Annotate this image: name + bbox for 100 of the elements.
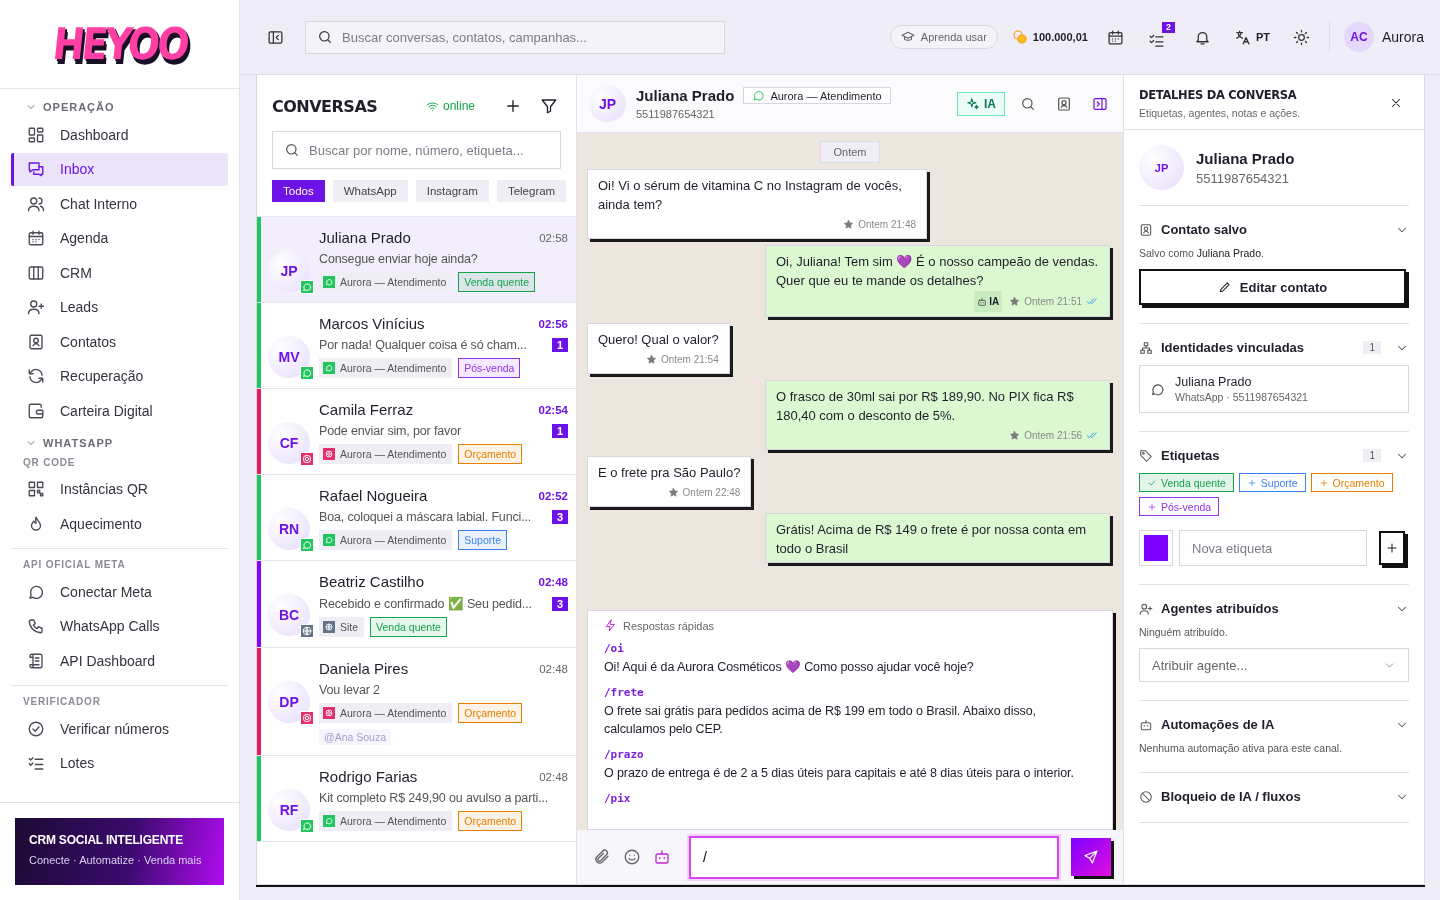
nav-item[interactable]: WhatsApp Calls	[11, 609, 228, 643]
message-preview: Boa, coloquei a máscara labial. Funci...	[319, 510, 532, 524]
conversation-item[interactable]: CF Camila Ferraz 02:54 Pode enviar sim, por favor 1 Aurora — Atendimento Orçamento	[257, 389, 576, 475]
message-preview: Kit completo R$ 249,90 ou avulso a parti...	[319, 791, 549, 805]
reply-text[interactable]: Oi! Aqui é da Aurora Cosméticos 💜 Como posso ajudar você hoje?	[604, 658, 1096, 676]
message-time: Ontem 22:48	[682, 486, 741, 500]
bot-button[interactable]	[653, 848, 671, 866]
avatar: DP	[268, 681, 310, 723]
globe-icon	[300, 624, 314, 638]
nav-item[interactable]: Inbox	[11, 152, 228, 186]
wallet-icon	[27, 401, 45, 420]
conversation-item[interactable]: BC Beatriz Castilho 02:48 Recebido e confirmado ✅ Seu pedid... 3 Site Venda quente	[257, 561, 576, 648]
ai-button[interactable]: IA	[957, 91, 1005, 116]
sparkles-icon	[966, 96, 980, 111]
nav-item[interactable]: Agenda	[11, 221, 228, 255]
add-tag-button[interactable]	[1379, 531, 1405, 565]
chat-bubble-icon	[323, 276, 335, 288]
edit-contact-button[interactable]: Editar contato	[1139, 269, 1406, 305]
nav-item[interactable]: CRM	[11, 256, 228, 289]
plus-icon	[1246, 477, 1257, 488]
section-label: VERIFICADOR	[22, 695, 102, 709]
nav-item[interactable]: Verificar números	[11, 712, 228, 745]
source-label: Aurora — Atendimento	[340, 448, 447, 460]
qr-code-icon	[27, 480, 45, 498]
reply-text[interactable]: O frete sai grátis para pedidos acima de R$ 199 em todo o Brasil. Abaixo disso, calculamos pelo CEP.	[604, 702, 1096, 738]
nav-item[interactable]: Aquecimento	[11, 507, 228, 540]
person-plus-icon	[27, 298, 45, 316]
tasks-button[interactable]: 2	[1142, 21, 1175, 53]
color-picker[interactable]	[1139, 530, 1173, 566]
shortcut[interactable]: /prazo	[604, 748, 644, 761]
count: 1	[1363, 341, 1381, 354]
conversation-item[interactable]: JP Juliana Prado 02:58 Consegue enviar hoje ainda? Aurora — Atendimento Venda quente	[257, 217, 576, 303]
plus-icon	[504, 97, 522, 115]
filter-tab[interactable]: Todos	[272, 180, 325, 202]
ai-label: IA	[989, 295, 1000, 309]
user-name: Aurora	[1381, 29, 1424, 45]
attach-button[interactable]	[593, 848, 611, 866]
section-toggle[interactable]: WHATSAPP	[11, 428, 114, 453]
message-time: 02:52	[538, 489, 568, 502]
search-icon	[1020, 95, 1036, 112]
shortcut[interactable]: /oi	[604, 642, 624, 655]
tag[interactable]: Suporte	[1238, 473, 1306, 492]
source-label: Aurora — Atendimento	[340, 534, 447, 546]
nav-item[interactable]: Carteira Digital	[11, 394, 228, 427]
learn-button[interactable]: Aprenda usar	[889, 25, 998, 49]
nav-item[interactable]: API Dashboard	[11, 644, 228, 677]
search-field[interactable]: Buscar por nome, número, etiqueta...	[272, 131, 561, 169]
conversation-item[interactable]: RN Rafael Nogueira 02:52 Boa, coloquei a máscara labial. Funci... 3 Aurora — Atendimento Suporte	[257, 475, 576, 561]
contact-name: Rafael Nogueira	[319, 487, 428, 504]
section-toggle[interactable]: OPERAÇÃO	[11, 93, 115, 117]
user-avatar[interactable]: AC	[1343, 22, 1374, 52]
nav-item[interactable]: Conectar Meta	[11, 575, 228, 608]
unread-count: 3	[552, 596, 568, 611]
avatar: BC	[268, 594, 310, 636]
nav-item[interactable]: Contatos	[11, 325, 228, 358]
star-icon	[1009, 296, 1021, 307]
message-text: Grátis! Acima de R$ 149 o frete é por nossa conta em todo o Brasil	[776, 522, 1086, 556]
nav-item[interactable]: Instâncias QR	[11, 472, 228, 506]
contact-name: Daniela Pires	[319, 660, 409, 677]
smiley-icon	[623, 848, 641, 866]
section-header[interactable]: Bloqueio de IA / fluxos	[1139, 789, 1409, 804]
section-header[interactable]: Contato salvo	[1139, 222, 1409, 237]
people-icon	[27, 194, 45, 213]
filter-tab[interactable]: Telegram	[496, 180, 567, 202]
message-input[interactable]: /	[689, 835, 1059, 879]
nav-item[interactable]: Chat Interno	[11, 187, 228, 220]
section-header[interactable]: Identidades vinculadas 1	[1139, 340, 1409, 355]
contact-card-icon	[27, 332, 45, 351]
shortcut[interactable]: /pix	[604, 792, 631, 805]
message-preview: Vou levar 2	[319, 683, 380, 697]
chat-bubble-icon	[300, 819, 314, 833]
conversation-item[interactable]: RF Rodrigo Farias 02:48 Kit completo R$ 249,90 ou avulso a parti... Aurora — Atendimento Orçamento	[257, 756, 576, 842]
language-button[interactable]: PT	[1229, 24, 1274, 50]
new-tag-input[interactable]: Nova etiqueta	[1179, 530, 1367, 566]
filter-tab[interactable]: Instagram	[415, 180, 489, 202]
nav-item[interactable]: Dashboard	[11, 118, 228, 151]
nav-item[interactable]: Lotes	[11, 746, 228, 780]
contact-name: Camila Ferraz	[319, 401, 414, 418]
reply-text[interactable]: O prazo de entrega é de 2 a 5 dias úteis para capitais e até 8 dias úteis para o interior.	[604, 764, 1096, 782]
section-title: Contato salvo	[1161, 222, 1248, 237]
send-button[interactable]	[1071, 838, 1111, 876]
shortcut[interactable]: /frete	[604, 686, 644, 699]
section-header[interactable]: Agentes atribuídos	[1139, 601, 1409, 616]
nav-item[interactable]: Leads	[11, 290, 228, 324]
conversation-item[interactable]: MV Marcos Vinícius 02:56 Por nada! Qualquer coisa é só cham... 1 Aurora — Atendimento Pós-venda	[257, 303, 576, 389]
phone-icon	[27, 617, 45, 635]
message-time: 02:48	[538, 575, 568, 588]
nav-item[interactable]: Recuperação	[11, 359, 228, 393]
channel-label: Aurora — Atendimento	[770, 89, 882, 102]
filter-tab[interactable]: WhatsApp	[332, 180, 408, 202]
section-header[interactable]: Automações de IA	[1139, 717, 1409, 732]
agent-select[interactable]: Atribuir agente...	[1139, 648, 1409, 682]
emoji-button[interactable]	[623, 848, 641, 866]
conversation-item[interactable]: DP Daniela Pires 02:48 Vou levar 2 Aurora — Atendimento Orçamento @Ana Souza	[257, 648, 576, 756]
section-header[interactable]: Etiquetas 1	[1139, 448, 1409, 463]
wifi-icon	[425, 99, 439, 113]
search-field[interactable]: Buscar conversas, contatos, campanhas...	[305, 20, 725, 54]
tag[interactable]: Pós-venda	[1139, 497, 1220, 516]
contact-name: Rodrigo Farias	[319, 768, 418, 785]
panel-title: DETALHES DA CONVERSA	[1139, 88, 1298, 102]
